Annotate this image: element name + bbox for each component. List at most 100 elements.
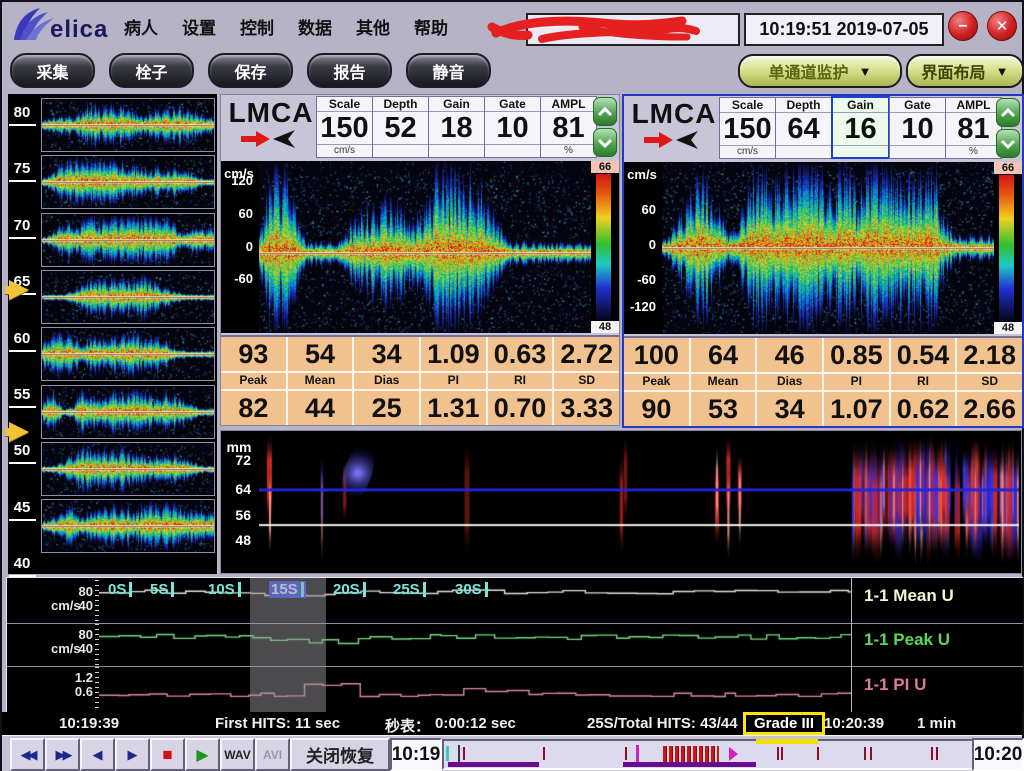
menu-bar: 病人 设置 控制 数据 其他 帮助 [124, 14, 448, 39]
avi-button[interactable]: AVI [255, 738, 290, 771]
scroll-up-button[interactable] [996, 98, 1020, 127]
trend-legend-item[interactable]: 1-1 Mean U [864, 586, 954, 606]
timeline-tick [625, 747, 627, 760]
axis-unit: cm/s [627, 167, 657, 182]
spectrogram-1-canvas [259, 161, 591, 333]
layout-dropdown[interactable]: 界面布局 ▼ [906, 54, 1024, 88]
timeline-cursor[interactable] [458, 745, 460, 762]
result-column: 2.18 SD 2.66 [955, 338, 1023, 426]
depth-mini-spectrogram[interactable] [41, 499, 215, 554]
depth-mini-spectrogram[interactable] [41, 441, 215, 496]
colorbar-gradient [596, 174, 611, 320]
minimize-button[interactable]: – [948, 11, 978, 41]
param-gain[interactable]: Gain 16 [831, 96, 890, 159]
trend-canvas [99, 667, 851, 711]
timeline-start-time: 10:19 [390, 738, 442, 771]
param-depth[interactable]: Depth 52 [372, 96, 429, 158]
close-restore-button[interactable]: 关闭恢复 [290, 738, 390, 771]
quick-button-1[interactable]: 栓子 [109, 53, 194, 88]
trend-time-label: 20S [333, 581, 366, 598]
timeline-seekbar[interactable] [442, 739, 974, 770]
trend-legend-item[interactable]: 1-1 Peak U [864, 630, 950, 650]
timeline-end-time: 10:20 [972, 738, 1024, 771]
depth-label: 40 [13, 555, 31, 572]
scroll-down-button[interactable] [996, 129, 1020, 158]
timeline-tick [543, 747, 545, 760]
quick-button-2[interactable]: 保存 [208, 53, 293, 88]
chevron-down-icon: ▼ [858, 63, 872, 79]
channel-panel-1: LMCA Scale 150 cm/s Depth 52 Gain 18 Gate 10 AMPL… [220, 94, 620, 426]
depth-mini-spectrogram[interactable] [41, 384, 215, 439]
scroll-down-button[interactable] [593, 128, 617, 157]
event-marker-icon [636, 745, 639, 763]
play-button[interactable]: ▶ [185, 738, 220, 771]
param-ampl[interactable]: AMPL 81% [945, 97, 1002, 159]
axis-tick: -60 [234, 271, 253, 286]
axis-tick: 0 [648, 237, 656, 252]
depth-rule [9, 350, 36, 352]
timeline-tick [936, 747, 938, 760]
menu-item-1[interactable]: 设置 [182, 14, 216, 39]
clock-display: 10:19:51 2019-07-05 [744, 13, 944, 46]
logo-text: elica [50, 16, 109, 43]
param-gain[interactable]: Gain 18 [428, 96, 485, 158]
depth-label: 60 [13, 330, 31, 347]
param-gate[interactable]: Gate 10 [484, 96, 541, 158]
scroll-up-button[interactable] [593, 97, 617, 126]
param-gate[interactable]: Gate 10 [889, 97, 946, 159]
quick-button-4[interactable]: 静音 [406, 53, 491, 88]
patient-name-field[interactable] [487, 13, 740, 46]
result-column: 54 Mean 44 [285, 337, 353, 425]
depth-label: 45 [13, 499, 31, 516]
menu-item-2[interactable]: 控制 [240, 14, 274, 39]
menu-item-0[interactable]: 病人 [124, 14, 158, 39]
depth-label: 80 [13, 104, 31, 121]
channel-2-header: LMCA Scale 150 cm/s Depth 64 Gain 16 Gate 10 AMPL… [624, 96, 1022, 160]
play-position-marker-icon [729, 747, 738, 761]
stop-button[interactable]: ■ [150, 738, 185, 771]
trend-tick: 0.6 [74, 684, 93, 699]
depth-mini-spectrogram[interactable] [41, 327, 215, 382]
total-hits: 25S/Total HITS: 43/44 [587, 715, 738, 732]
depth-mini-spectrogram[interactable] [41, 212, 215, 267]
rewind-button[interactable]: ◀◀ [10, 738, 45, 771]
timeline-tick [781, 747, 783, 760]
title-bar: elica 病人 设置 控制 数据 其他 帮助 10:19:51 2019-07-05 –… [2, 2, 1022, 47]
axis-tick: 0 [245, 239, 253, 254]
trend-time-label: 10S [208, 581, 241, 598]
wav-button[interactable]: WAV [220, 738, 255, 771]
param-scale[interactable]: Scale 150 cm/s [316, 96, 373, 158]
step-back-button[interactable]: ◀ [80, 738, 115, 771]
trend-tick: 40 [78, 641, 93, 656]
step-forward-button[interactable]: ▶ [115, 738, 150, 771]
axis-tick: 120 [231, 173, 253, 188]
depth-tick: 64 [235, 481, 251, 497]
chevron-down-icon [597, 138, 613, 148]
monitor-mode-dropdown[interactable]: 单通道监护 ▼ [738, 54, 902, 88]
param-ampl[interactable]: AMPL 81% [540, 96, 597, 158]
trend-panel: cm/s8040cm/s80401.20.60S5S10S15S20S25S30… [6, 577, 1023, 713]
fast-forward-button[interactable]: ▶▶ [45, 738, 80, 771]
quick-button-3[interactable]: 报告 [307, 53, 392, 88]
trend-legend-item[interactable]: 1-1 PI U [864, 675, 926, 695]
depth-mini-spectrogram[interactable] [41, 155, 215, 210]
spectrogram-1: cm/s 120 60 0 -60 66 48 [221, 161, 619, 333]
probe-direction-icon [644, 131, 698, 149]
result-column: 1.09 PI 1.31 [419, 337, 486, 425]
sample-depth-arrow-icon [5, 422, 29, 442]
first-hits: First HITS: 11 sec [215, 715, 341, 732]
trend-time-label: 5S [150, 581, 174, 598]
param-scale[interactable]: Scale 150 cm/s [719, 97, 776, 159]
depth-mini-spectrogram[interactable] [41, 98, 215, 152]
param-depth[interactable]: Depth 64 [775, 97, 832, 159]
window-length: 1 min [917, 715, 957, 732]
close-button[interactable]: ✕ [987, 11, 1017, 41]
probe-direction-icon [241, 130, 295, 148]
menu-item-3[interactable]: 数据 [298, 14, 332, 39]
menu-item-4[interactable]: 其他 [356, 14, 390, 39]
depth-rule [9, 124, 36, 126]
depth-label: 75 [13, 160, 31, 177]
depth-mini-spectrogram[interactable] [41, 269, 215, 324]
quick-button-0[interactable]: 采集 [10, 53, 95, 88]
menu-item-5[interactable]: 帮助 [414, 14, 448, 39]
